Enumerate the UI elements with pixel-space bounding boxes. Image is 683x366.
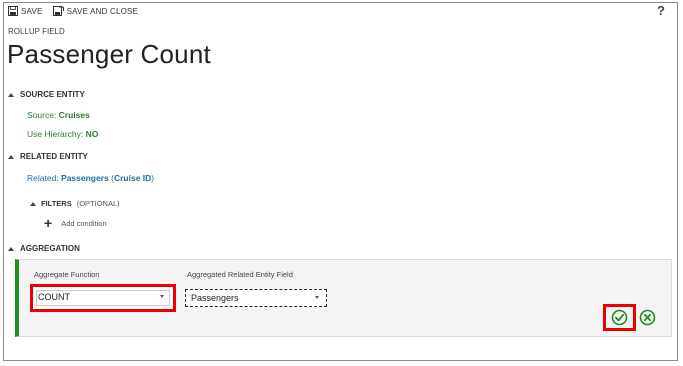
save-close-icon <box>52 6 64 16</box>
use-hierarchy-value: NO <box>85 129 99 139</box>
source-label: Source: <box>27 110 59 120</box>
aggregated-field-select[interactable]: Passengers <box>185 289 327 307</box>
form-subtitle: ROLLUP FIELD <box>8 27 65 36</box>
save-icon <box>8 6 18 16</box>
aggregate-function-value: COUNT <box>38 292 70 302</box>
save-button[interactable]: SAVE <box>8 6 43 16</box>
use-hierarchy-field: Use Hierarchy: NO <box>27 129 98 139</box>
confirm-button[interactable] <box>603 304 636 331</box>
aggregate-function-label: Aggregate Function <box>34 270 100 279</box>
chevron-down-icon <box>160 295 164 298</box>
toolbar: SAVE SAVE AND CLOSE <box>8 6 138 16</box>
filters-toggle[interactable]: FILTERS (OPTIONAL) <box>30 199 120 208</box>
triangle-icon <box>8 246 14 251</box>
save-and-close-label: SAVE AND CLOSE <box>66 6 139 16</box>
filters-heading: FILTERS <box>41 199 72 208</box>
add-condition-button[interactable]: + Add condition <box>44 215 107 231</box>
plus-icon: + <box>44 215 53 231</box>
related-paren-close: ) <box>151 173 155 183</box>
source-value: Cruises <box>58 110 90 120</box>
cancel-button[interactable] <box>639 309 656 326</box>
help-button[interactable]: ? <box>657 3 665 18</box>
save-label: SAVE <box>21 6 43 16</box>
chevron-down-icon <box>315 296 319 299</box>
filters-optional-note: (OPTIONAL) <box>76 199 120 208</box>
related-label: Related: <box>27 173 62 183</box>
aggregated-field-value: Passengers <box>191 293 239 303</box>
section-related-entity-heading: RELATED ENTITY <box>20 152 88 161</box>
aggregate-function-select[interactable]: COUNT <box>30 284 176 312</box>
section-aggregation-heading: AGGREGATION <box>20 244 80 253</box>
add-condition-label: Add condition <box>61 218 107 228</box>
source-field: Source: Cruises <box>27 110 90 120</box>
aggregated-field-label: Aggregated Related Entity Field <box>187 270 293 279</box>
page-title: Passenger Count <box>7 39 211 69</box>
related-field: Related: Passengers (Cruise ID) <box>27 173 154 183</box>
use-hierarchy-label: Use Hierarchy: <box>27 129 86 139</box>
close-circle-icon <box>639 309 656 326</box>
save-and-close-button[interactable]: SAVE AND CLOSE <box>52 6 139 16</box>
triangle-icon <box>8 154 14 159</box>
section-source-entity-toggle[interactable]: SOURCE ENTITY <box>8 90 85 99</box>
section-source-entity-heading: SOURCE ENTITY <box>20 90 85 99</box>
related-key-link[interactable]: Cruise ID <box>114 173 151 183</box>
section-related-entity-toggle[interactable]: RELATED ENTITY <box>8 152 88 161</box>
checkmark-circle-icon <box>611 309 628 326</box>
related-entity-link[interactable]: Passengers <box>61 173 109 183</box>
triangle-icon <box>30 201 36 206</box>
triangle-icon <box>8 92 14 97</box>
section-aggregation-toggle[interactable]: AGGREGATION <box>8 244 80 253</box>
